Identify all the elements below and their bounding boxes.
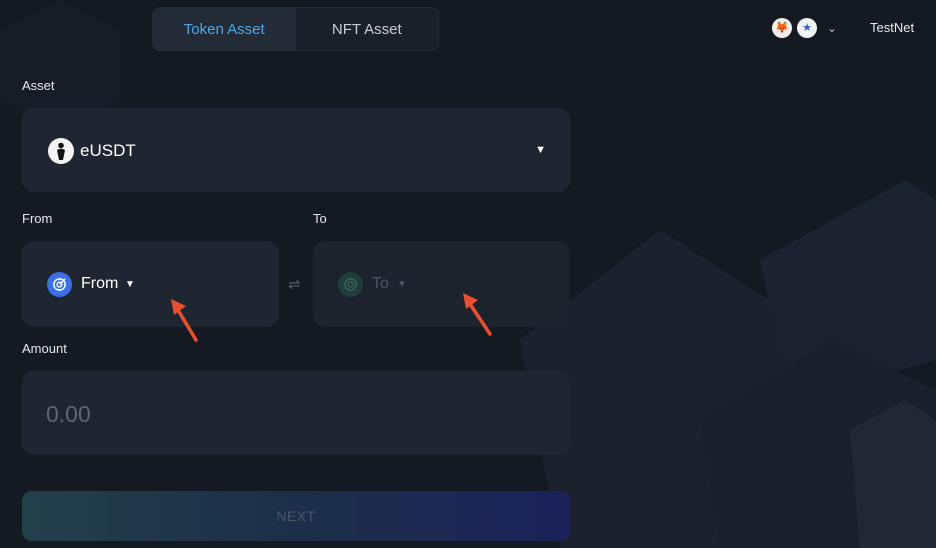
wallet-selector[interactable]: 🦊 ★ ⌄ <box>772 18 837 38</box>
from-label: From <box>22 211 53 226</box>
caret-down-icon: ▼ <box>125 279 135 290</box>
person-silhouette-icon <box>48 138 74 164</box>
chevron-down-icon: ⌄ <box>827 21 838 35</box>
from-chain-placeholder: From <box>81 275 119 292</box>
annotation-arrow-icon <box>463 293 492 336</box>
asset-selector[interactable]: eUSDT ▼ <box>22 108 570 192</box>
annotation-arrow-icon <box>171 299 198 342</box>
asset-label: Asset <box>22 78 55 93</box>
target-chain-icon <box>47 272 72 297</box>
asset-type-tabs: Token Asset NFT Asset <box>152 7 439 51</box>
caret-down-icon: ▼ <box>397 279 407 290</box>
amount-field[interactable] <box>22 371 570 455</box>
target-chain-icon <box>338 272 363 297</box>
swap-arrows-icon[interactable]: ⇌ <box>288 275 301 293</box>
tab-nft-asset[interactable]: NFT Asset <box>296 8 439 50</box>
caret-down-icon: ▼ <box>535 144 546 156</box>
next-button[interactable]: NEXT <box>22 491 570 541</box>
tab-token-asset[interactable]: Token Asset <box>153 8 296 50</box>
amount-input[interactable] <box>46 399 526 429</box>
amount-label: Amount <box>22 341 67 356</box>
network-label[interactable]: TestNet <box>870 20 914 35</box>
to-chain-selector[interactable]: To ▼ <box>313 241 570 327</box>
selected-token-name: eUSDT <box>80 141 136 160</box>
metamask-fox-icon: 🦊 <box>772 18 792 38</box>
from-chain-selector[interactable]: From ▼ <box>22 241 279 327</box>
network-star-icon: ★ <box>797 18 817 38</box>
to-chain-placeholder: To <box>372 275 389 292</box>
to-label: To <box>313 211 327 226</box>
